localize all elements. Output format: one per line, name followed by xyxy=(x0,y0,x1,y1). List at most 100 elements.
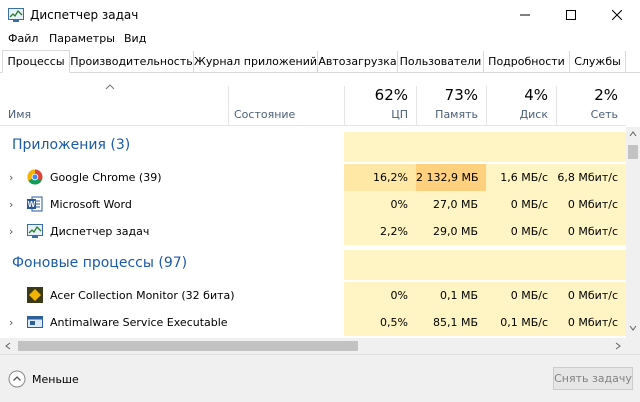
heat-cell xyxy=(344,250,416,280)
horizontal-scroll-thumb[interactable] xyxy=(18,341,358,351)
task-manager-app-icon xyxy=(8,8,24,22)
disk-cell: 0 МБ/с xyxy=(486,282,556,309)
table-row[interactable]: › Antimalware Service Executable 0,5% 85… xyxy=(0,309,626,336)
process-name: Google Chrome (39) xyxy=(50,171,162,184)
network-label: Сеть xyxy=(590,108,618,121)
scroll-right-icon[interactable] xyxy=(615,342,621,350)
minimize-button[interactable] xyxy=(502,0,548,30)
expand-icon[interactable]: › xyxy=(9,316,13,329)
cpu-cell: 16,2% xyxy=(344,164,416,191)
column-state[interactable]: Состояние xyxy=(234,108,295,121)
table-row[interactable]: › W Microsoft Word 0% 27,0 МБ 0 МБ/с 0 М… xyxy=(0,191,626,218)
title-bar: Диспетчер задач xyxy=(0,0,640,30)
scroll-left-icon[interactable] xyxy=(5,342,11,350)
footer: Меньше Снять задачу xyxy=(0,354,640,402)
column-network[interactable]: 2% Сеть xyxy=(556,74,626,126)
close-button[interactable] xyxy=(594,0,640,30)
heat-cell xyxy=(416,132,486,162)
network-cell: 0 Мбит/с xyxy=(556,309,626,336)
expand-icon[interactable]: › xyxy=(9,198,13,211)
process-name: Acer Collection Monitor (32 бита) xyxy=(50,289,235,302)
heat-cell xyxy=(556,250,626,280)
process-name: Antimalware Service Executable xyxy=(50,316,228,329)
heat-cell xyxy=(486,250,556,280)
disk-cell: 0 МБ/с xyxy=(486,218,556,245)
network-cell: 0 Мбит/с xyxy=(556,218,626,245)
disk-cell: 0 МБ/с xyxy=(486,191,556,218)
expand-icon[interactable]: › xyxy=(9,171,13,184)
disk-total: 4% xyxy=(524,86,548,104)
cpu-cell: 2,2% xyxy=(344,218,416,245)
fewer-details-button[interactable]: Меньше xyxy=(8,370,79,388)
sort-up-icon xyxy=(105,84,115,90)
antimalware-icon xyxy=(27,316,43,328)
window-title: Диспетчер задач xyxy=(30,8,139,22)
disk-label: Диск xyxy=(519,108,548,121)
svg-text:W: W xyxy=(28,200,36,209)
network-total: 2% xyxy=(594,86,618,104)
horizontal-scrollbar[interactable] xyxy=(0,338,640,354)
menu-bar: Файл Параметры Вид xyxy=(0,30,640,50)
tab-performance[interactable]: Производительность xyxy=(70,51,194,73)
tab-bar: Процессы Производительность Журнал прило… xyxy=(0,50,640,73)
vertical-scroll-thumb[interactable] xyxy=(628,145,638,159)
memory-cell: 85,1 МБ xyxy=(416,309,486,336)
heat-cell xyxy=(416,250,486,280)
column-memory[interactable]: 73% Память xyxy=(416,74,486,126)
column-divider xyxy=(228,86,229,126)
word-icon: W xyxy=(27,196,43,212)
memory-cell: 0,1 МБ xyxy=(416,282,486,309)
process-name: Microsoft Word xyxy=(50,198,132,211)
process-name: Диспетчер задач xyxy=(50,225,150,238)
heat-cell xyxy=(344,132,416,162)
end-task-button[interactable]: Снять задачу xyxy=(553,367,633,390)
memory-cell: 27,0 МБ xyxy=(416,191,486,218)
cpu-cell: 0,5% xyxy=(344,309,416,336)
menu-options[interactable]: Параметры xyxy=(49,32,115,45)
tab-details[interactable]: Подробности xyxy=(484,51,570,73)
vertical-scrollbar[interactable] xyxy=(626,127,640,338)
group-header-apps[interactable]: Приложения (3) xyxy=(0,132,626,162)
table-row[interactable]: › Google Chrome (39) 16,2% 2 132,9 МБ 1,… xyxy=(0,164,626,191)
memory-label: Память xyxy=(435,108,478,121)
group-header-background[interactable]: Фоновые процессы (97) xyxy=(0,250,626,280)
column-disk[interactable]: 4% Диск xyxy=(486,74,556,126)
memory-cell: 29,0 МБ xyxy=(416,218,486,245)
disk-cell: 0,1 МБ/с xyxy=(486,309,556,336)
heat-cell xyxy=(556,132,626,162)
tab-services[interactable]: Службы xyxy=(570,51,626,73)
network-cell: 0 Мбит/с xyxy=(556,282,626,309)
memory-total: 73% xyxy=(444,86,478,104)
tab-startup[interactable]: Автозагрузка xyxy=(318,51,398,73)
table-row[interactable]: › Диспетчер задач 2,2% 29,0 МБ 0 МБ/с 0 … xyxy=(0,218,626,245)
maximize-icon xyxy=(566,10,576,20)
expand-icon[interactable]: › xyxy=(9,225,13,238)
chrome-icon xyxy=(27,169,43,185)
task-manager-icon xyxy=(27,224,43,238)
network-cell: 0 Мбит/с xyxy=(556,191,626,218)
column-cpu[interactable]: 62% ЦП xyxy=(344,74,416,126)
menu-view[interactable]: Вид xyxy=(124,32,146,45)
column-header: Имя Состояние 62% ЦП 73% Память 4% Диск … xyxy=(0,74,626,126)
fewer-details-label: Меньше xyxy=(32,372,79,386)
menu-file[interactable]: Файл xyxy=(8,32,38,45)
chevron-up-circle-icon xyxy=(8,370,26,388)
tab-processes[interactable]: Процессы xyxy=(2,50,70,73)
cpu-cell: 0% xyxy=(344,282,416,309)
scroll-down-icon[interactable] xyxy=(629,325,637,331)
column-name[interactable]: Имя xyxy=(8,108,31,121)
table-row[interactable]: Acer Collection Monitor (32 бита) 0% 0,1… xyxy=(0,282,626,309)
tab-users[interactable]: Пользователи xyxy=(398,51,484,73)
network-cell: 6,8 Мбит/с xyxy=(556,164,626,191)
scroll-up-icon[interactable] xyxy=(629,131,637,137)
minimize-icon xyxy=(520,14,530,16)
tab-app-history[interactable]: Журнал приложений xyxy=(194,51,318,73)
cpu-label: ЦП xyxy=(391,108,408,121)
heat-cell xyxy=(486,132,556,162)
acer-icon xyxy=(27,287,43,303)
memory-cell: 2 132,9 МБ xyxy=(416,164,486,191)
maximize-button[interactable] xyxy=(548,0,594,30)
group-title: Приложения (3) xyxy=(12,137,131,153)
group-title: Фоновые процессы (97) xyxy=(12,255,188,271)
cpu-total: 62% xyxy=(374,86,408,104)
